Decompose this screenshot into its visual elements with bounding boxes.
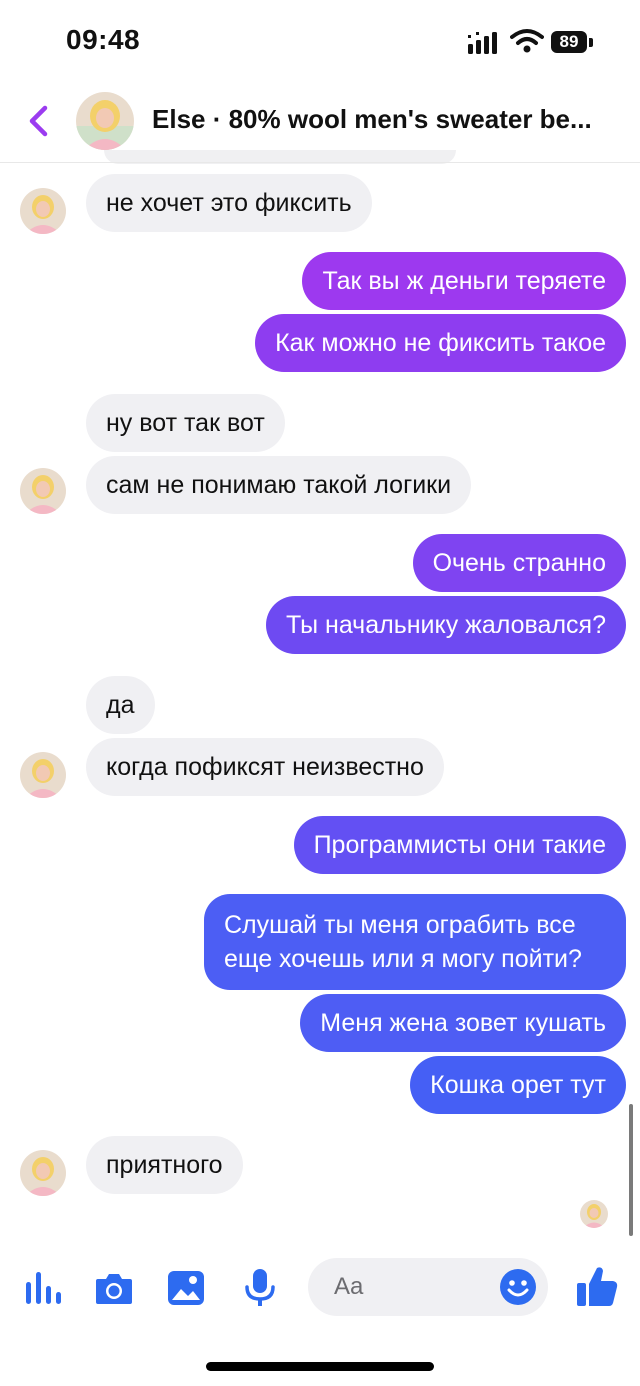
outgoing-message-bubble[interactable]: Слушай ты меня ограбить все еще хочешь и… [204,894,626,990]
sender-avatar[interactable] [20,468,66,514]
scrollbar[interactable] [629,1104,633,1236]
message-input-placeholder: Aa [334,1273,364,1300]
image-icon[interactable] [166,1268,206,1308]
wifi-icon [510,29,544,53]
chevron-left-icon[interactable] [26,104,50,138]
incoming-message-bubble[interactable]: приятного [86,1136,243,1194]
header-divider [0,162,640,163]
microphone-icon[interactable] [240,1268,280,1308]
signal-icon [468,32,497,54]
outgoing-message-bubble[interactable]: Меня жена зовет кушать [300,994,626,1052]
incoming-message-bubble[interactable]: когда пофиксят неизвестно [86,738,444,796]
battery-tip [589,38,593,47]
outgoing-message-bubble[interactable]: Программисты они такие [293,816,626,874]
audio-bars-icon[interactable] [24,1268,64,1308]
conversation-title[interactable]: Else · 80% wool men's sweater be... [152,104,622,135]
read-receipt-avatar [580,1200,608,1228]
sender-avatar[interactable] [20,1150,66,1196]
outgoing-message-bubble[interactable]: Очень странно [412,534,626,592]
battery-icon: 89 [551,31,587,53]
status-time: 09:48 [66,24,141,55]
outgoing-message-bubble[interactable]: Так вы ж деньги теряете [302,252,626,310]
emoji-icon[interactable] [499,1268,537,1306]
outgoing-message-bubble[interactable]: Ты начальнику жаловался? [265,596,626,654]
sender-avatar[interactable] [20,188,66,234]
incoming-message-bubble[interactable]: да [86,676,155,734]
sender-avatar[interactable] [20,752,66,798]
incoming-message-bubble[interactable]: не хочет это фиксить [86,174,372,232]
thumbs-up-icon[interactable] [576,1264,618,1308]
contact-avatar[interactable] [76,92,134,150]
camera-icon[interactable] [94,1268,134,1308]
incoming-message-bubble[interactable]: ну вот так вот [86,394,285,452]
home-indicator [206,1362,434,1371]
incoming-message-bubble[interactable]: сам не понимаю такой логики [86,456,472,514]
outgoing-message-bubble[interactable]: Как можно не фиксить такое [255,314,626,372]
outgoing-message-bubble[interactable]: Кошка орет тут [410,1056,626,1114]
